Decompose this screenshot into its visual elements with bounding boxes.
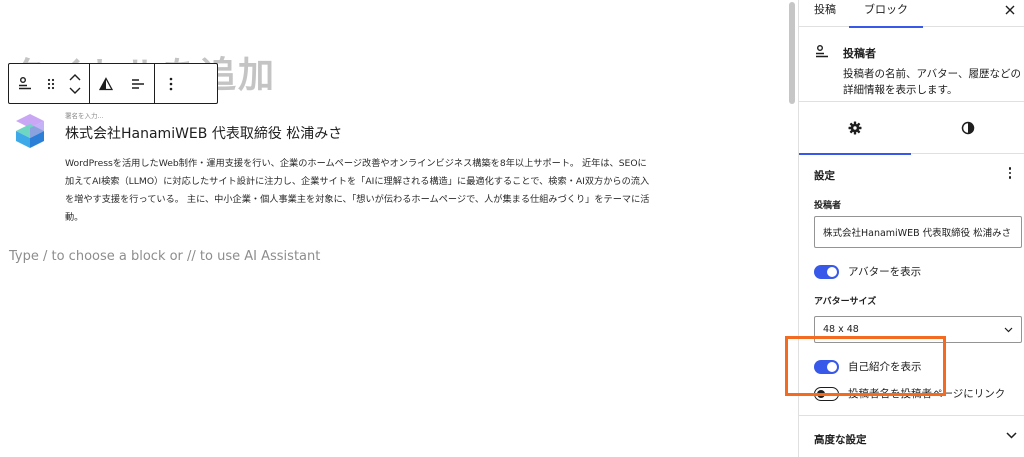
author-field[interactable]: 株式会社HanamiWEB 代表取締役 松浦みさ xyxy=(814,216,1022,248)
show-avatar-label: アバターを表示 xyxy=(848,266,922,278)
show-bio-toggle[interactable] xyxy=(814,359,839,374)
editor-canvas: タイトルを追加 xyxy=(0,0,786,457)
block-card-title: 投稿者 xyxy=(843,47,876,60)
block-card-description: 投稿者の名前、アバター、履歴などの詳細情報を表示します。 xyxy=(843,68,1021,96)
author-name: 株式会社HanamiWEB 代表取締役 松浦みさ xyxy=(65,126,343,142)
block-mover xyxy=(61,64,89,103)
block-toolbar xyxy=(8,63,218,104)
show-bio-row: 自己紹介を表示 xyxy=(814,359,922,374)
block-card: 投稿者 投稿者の名前、アバター、履歴などの詳細情報を表示します。 xyxy=(799,28,1024,102)
link-author-label: 投稿者名を投稿者ページにリンク xyxy=(848,388,1006,400)
advanced-panel[interactable]: 高度な設定 xyxy=(799,415,1024,457)
author-block-icon xyxy=(816,45,828,58)
editor-scrollbar-thumb[interactable] xyxy=(789,2,795,104)
more-options-icon[interactable] xyxy=(155,64,187,103)
chevron-down-icon xyxy=(1006,432,1017,439)
author-block-icon[interactable] xyxy=(9,64,41,103)
tab-settings[interactable] xyxy=(799,102,911,155)
align-left-icon[interactable] xyxy=(122,64,154,103)
show-avatar-row: アバターを表示 xyxy=(814,264,921,279)
sidebar-tabs: 投稿 ブロック xyxy=(799,0,1024,28)
gear-icon xyxy=(848,121,862,135)
tab-block[interactable]: ブロック xyxy=(849,0,923,28)
avatar-size-label: アバターサイズ xyxy=(814,297,877,307)
byline-placeholder[interactable]: 署名を入力... xyxy=(65,110,104,120)
chevron-down-icon xyxy=(1004,327,1013,332)
panel-options-icon[interactable] xyxy=(1004,164,1016,182)
format-group xyxy=(89,64,154,103)
link-author-toggle[interactable] xyxy=(814,386,839,401)
options-group xyxy=(154,64,187,103)
tab-styles[interactable] xyxy=(912,102,1024,154)
inspector-tabs xyxy=(799,102,1024,155)
paragraph-placeholder[interactable]: Type / to choose a block or // to use AI… xyxy=(9,249,320,264)
block-type-group xyxy=(9,64,89,103)
contrast-icon[interactable] xyxy=(90,64,122,103)
drag-handle-icon[interactable] xyxy=(41,64,61,103)
avatar-size-select[interactable]: 48 x 48 xyxy=(814,316,1022,343)
avatar xyxy=(16,114,44,148)
move-up-icon[interactable] xyxy=(69,73,81,81)
show-avatar-toggle[interactable] xyxy=(814,264,839,279)
tab-post[interactable]: 投稿 xyxy=(814,0,836,27)
author-field-label: 投稿者 xyxy=(814,201,842,211)
avatar-size-value: 48 x 48 xyxy=(823,324,859,335)
show-bio-label: 自己紹介を表示 xyxy=(848,361,922,373)
contrast-icon xyxy=(961,121,975,135)
link-author-row: 投稿者名を投稿者ページにリンク xyxy=(814,386,1005,401)
close-icon[interactable] xyxy=(1003,1,1017,19)
advanced-label: 高度な設定 xyxy=(814,434,867,446)
move-down-icon[interactable] xyxy=(69,87,81,94)
settings-panel-title: 設定 xyxy=(814,170,835,182)
author-bio: WordPressを活用したWeb制作・運用支援を行い、企業のホームページ改善や… xyxy=(65,158,650,223)
settings-sidebar: 投稿 ブロック 投稿者 投稿者の名前、アバター、履歴などの詳細情報を表示します。 xyxy=(798,0,1024,457)
